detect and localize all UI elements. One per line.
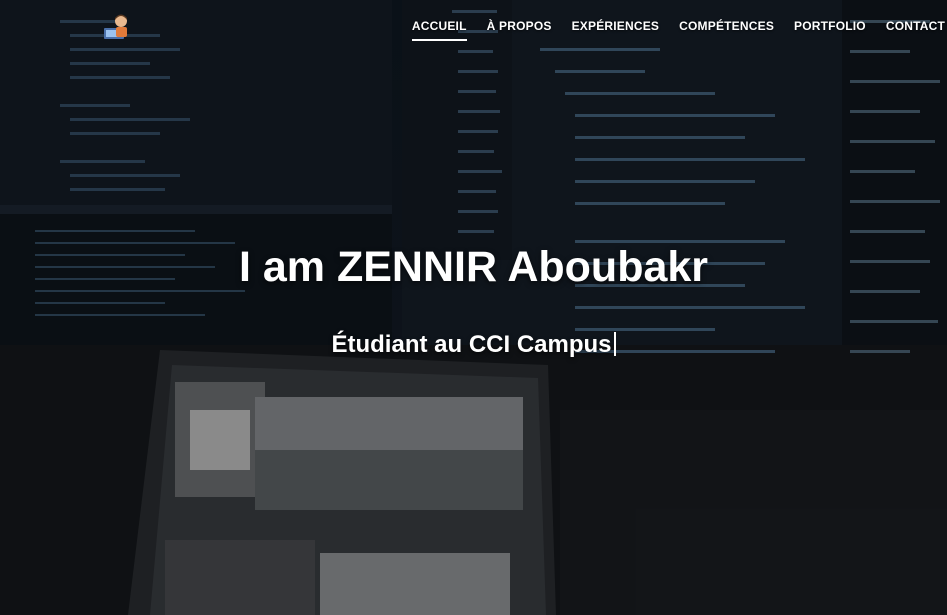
developer-avatar-icon[interactable]: [102, 12, 132, 42]
nav-item-contact[interactable]: CONTACT: [886, 15, 945, 37]
navbar: ACCUEIL À PROPOS EXPÉRIENCES COMPÉTENCES…: [0, 0, 947, 52]
hero-section: [0, 0, 947, 615]
hero-subtitle-text: Étudiant au CCI Campus: [331, 331, 612, 358]
hero-title: I am ZENNIR Aboubakr: [238, 243, 709, 291]
nav-item-portfolio[interactable]: PORTFOLIO: [794, 15, 866, 37]
hero-overlay: [0, 0, 947, 615]
hero-subtitle: Étudiant au CCI Campus: [0, 331, 947, 359]
nav-item-experiences[interactable]: EXPÉRIENCES: [572, 15, 660, 37]
nav-item-competences[interactable]: COMPÉTENCES: [679, 15, 774, 37]
typing-cursor: [613, 332, 616, 356]
nav-item-accueil[interactable]: ACCUEIL: [411, 15, 467, 41]
nav-item-a-propos[interactable]: À PROPOS: [487, 15, 552, 37]
main-nav: ACCUEIL À PROPOS EXPÉRIENCES COMPÉTENCES…: [392, 0, 947, 52]
